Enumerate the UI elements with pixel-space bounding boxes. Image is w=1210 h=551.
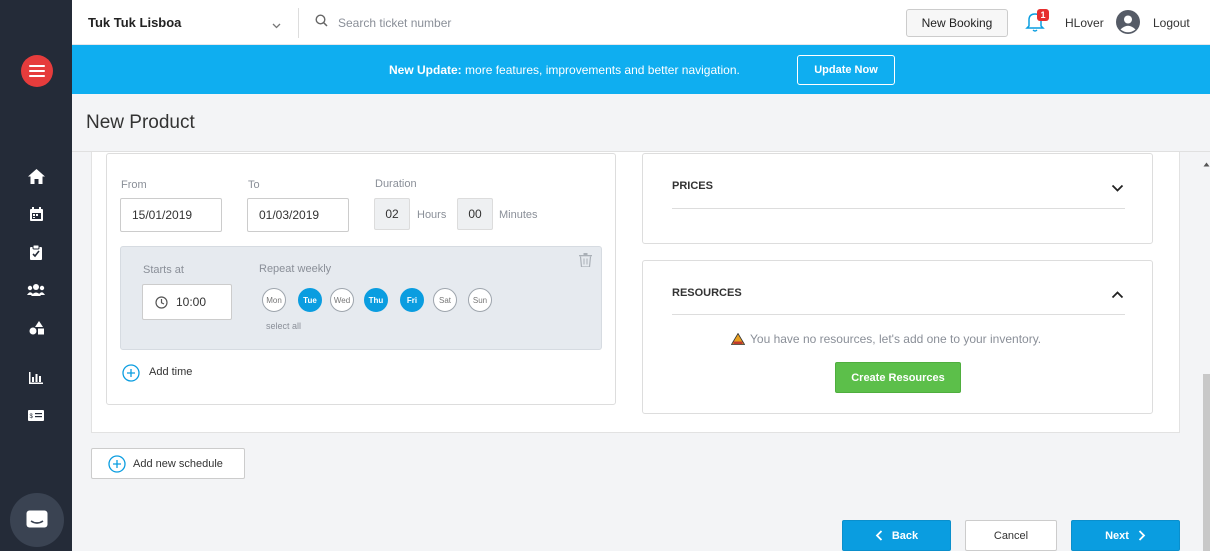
duration-hours-input[interactable]: 02 bbox=[374, 198, 410, 230]
divider bbox=[672, 208, 1125, 209]
create-resources-button[interactable]: Create Resources bbox=[835, 362, 961, 393]
from-label: From bbox=[121, 179, 147, 191]
chevron-right-icon bbox=[1138, 530, 1146, 541]
plus-circle-icon[interactable] bbox=[122, 364, 140, 385]
minutes-label: Minutes bbox=[499, 209, 538, 221]
chevron-down-icon[interactable] bbox=[1111, 181, 1124, 196]
chevron-up-icon[interactable] bbox=[1111, 287, 1124, 302]
shapes-icon[interactable] bbox=[26, 318, 46, 338]
day-toggle-fri[interactable]: Fri bbox=[400, 288, 424, 312]
plus-circle-icon bbox=[108, 454, 126, 473]
prices-card bbox=[642, 153, 1153, 244]
new-booking-button[interactable]: New Booking bbox=[906, 9, 1008, 37]
day-toggle-wed[interactable]: Wed bbox=[330, 288, 354, 312]
prices-title[interactable]: PRICES bbox=[672, 180, 713, 192]
logout-link[interactable]: Logout bbox=[1153, 16, 1190, 30]
chevron-down-icon[interactable] bbox=[272, 17, 281, 32]
page-title: New Product bbox=[86, 112, 195, 133]
starts-at-label: Starts at bbox=[143, 264, 184, 276]
select-all-link[interactable]: select all bbox=[266, 321, 301, 331]
resources-empty-message: You have no resources, let's add one to … bbox=[731, 332, 1041, 346]
back-button[interactable]: Back bbox=[842, 520, 951, 551]
update-now-button[interactable]: Update Now bbox=[797, 55, 895, 85]
add-new-schedule-button[interactable]: Add new schedule bbox=[91, 448, 245, 479]
to-label: To bbox=[248, 179, 260, 191]
back-label: Back bbox=[891, 529, 919, 542]
bar-chart-icon[interactable] bbox=[26, 368, 46, 388]
add-new-schedule-label: Add new schedule bbox=[133, 457, 223, 470]
home-icon[interactable] bbox=[26, 166, 46, 186]
start-time-input[interactable]: 10:00 bbox=[142, 284, 232, 320]
sidebar: $ bbox=[0, 0, 72, 551]
day-toggle-sun[interactable]: Sun bbox=[468, 288, 492, 312]
warning-icon bbox=[731, 333, 745, 345]
scrollbar-thumb[interactable] bbox=[1203, 374, 1210, 551]
scroll-up-icon[interactable] bbox=[1203, 155, 1210, 170]
repeat-weekly-label: Repeat weekly bbox=[259, 263, 332, 275]
ticket-icon[interactable]: $ bbox=[26, 405, 46, 425]
user-avatar-icon[interactable] bbox=[1116, 10, 1140, 34]
company-selector-label[interactable]: Tuk Tuk Lisboa bbox=[88, 15, 181, 30]
banner-bold-text: New Update: bbox=[389, 63, 462, 77]
day-toggle-tue[interactable]: Tue bbox=[298, 288, 322, 312]
start-time-value: 10:00 bbox=[176, 295, 207, 309]
from-date-input[interactable]: 15/01/2019 bbox=[120, 198, 222, 232]
add-time-button[interactable]: Add time bbox=[149, 366, 192, 378]
resources-title[interactable]: RESOURCES bbox=[672, 287, 742, 299]
trash-icon[interactable] bbox=[579, 253, 592, 270]
day-toggle-thu[interactable]: Thu bbox=[364, 288, 388, 312]
search-icon bbox=[315, 14, 328, 30]
hours-label: Hours bbox=[417, 209, 447, 221]
notification-badge: 1 bbox=[1037, 9, 1049, 21]
banner-message: New Update: more features, improvements … bbox=[389, 63, 740, 77]
calendar-icon[interactable] bbox=[26, 204, 46, 224]
users-icon[interactable] bbox=[26, 280, 46, 300]
day-toggle-sat[interactable]: Sat bbox=[433, 288, 457, 312]
to-date-input[interactable]: 01/03/2019 bbox=[247, 198, 349, 232]
day-toggle-mon[interactable]: Mon bbox=[262, 288, 286, 312]
top-header: Tuk Tuk Lisboa New Booking 1 HLover Logo… bbox=[72, 0, 1210, 45]
duration-minutes-input[interactable]: 00 bbox=[457, 198, 493, 230]
resources-empty-text: You have no resources, let's add one to … bbox=[750, 332, 1042, 346]
divider bbox=[672, 314, 1125, 315]
banner-body-text: more features, improvements and better n… bbox=[461, 63, 740, 77]
search-input[interactable] bbox=[338, 11, 618, 35]
user-name[interactable]: HLover bbox=[1065, 16, 1104, 30]
chat-icon bbox=[26, 510, 48, 528]
chevron-left-icon bbox=[875, 530, 882, 541]
clipboard-icon[interactable] bbox=[26, 242, 46, 262]
chat-launcher-button[interactable] bbox=[10, 493, 64, 547]
app-logo[interactable] bbox=[21, 55, 53, 87]
duration-label: Duration bbox=[375, 178, 417, 190]
next-button[interactable]: Next bbox=[1071, 520, 1180, 551]
clock-icon bbox=[155, 295, 168, 309]
next-label: Next bbox=[1105, 529, 1129, 542]
cancel-button[interactable]: Cancel bbox=[965, 520, 1057, 551]
update-banner: New Update: more features, improvements … bbox=[72, 45, 1210, 94]
divider bbox=[298, 8, 299, 38]
